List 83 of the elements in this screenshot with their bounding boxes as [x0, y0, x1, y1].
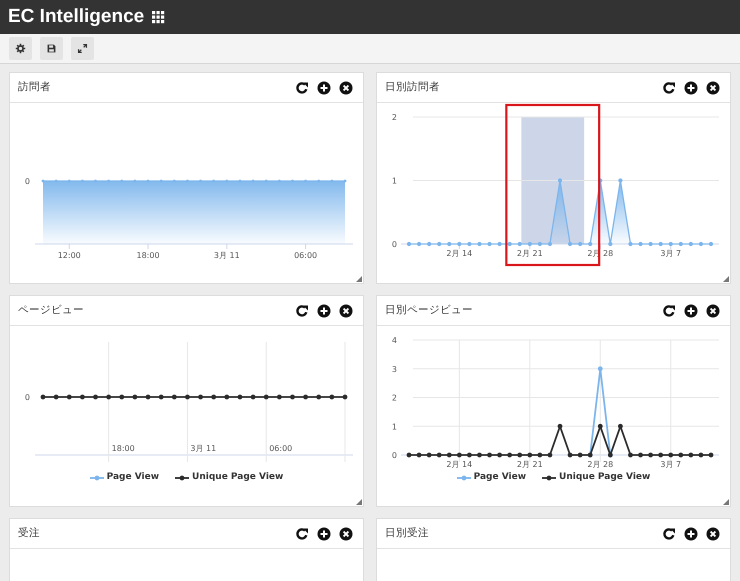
axis-label: 2月 21: [516, 460, 543, 469]
close-icon: [706, 80, 720, 94]
legend-item[interactable]: Page View: [456, 471, 526, 484]
apps-grid-icon[interactable]: [152, 10, 166, 24]
save-button[interactable]: [40, 37, 63, 60]
axis-label: 0: [392, 451, 397, 460]
close-button[interactable]: [706, 304, 720, 318]
axis-label: 06:00: [269, 444, 292, 453]
close-button[interactable]: [339, 526, 353, 540]
app-title: EC Intelligence: [8, 4, 144, 29]
panel-title: 受注: [18, 526, 40, 541]
panel-title: 日別訪問者: [385, 80, 440, 95]
add-button[interactable]: [684, 304, 698, 318]
axis-label: 4: [392, 336, 397, 345]
refresh-button[interactable]: [662, 526, 676, 540]
axis-label: 3月 11: [214, 251, 240, 260]
add-button[interactable]: [684, 526, 698, 540]
refresh-button[interactable]: [662, 304, 676, 318]
close-button[interactable]: [339, 80, 353, 94]
plus-icon: [317, 526, 331, 540]
axis-label: 3月 7: [660, 460, 682, 469]
legend-item[interactable]: Page View: [90, 471, 160, 484]
panel-title: 日別ページビュー: [385, 302, 473, 318]
close-button[interactable]: [706, 80, 720, 94]
axis-label: 2月 14: [446, 460, 472, 469]
axis-label: 12:00: [58, 251, 81, 260]
plus-icon: [317, 304, 331, 318]
panel-title: ページビュー: [18, 302, 84, 318]
refresh-icon: [662, 304, 676, 318]
close-icon: [339, 80, 353, 94]
resize-handle-icon[interactable]: [723, 276, 729, 282]
refresh-button[interactable]: [295, 80, 309, 94]
resize-handle-icon[interactable]: [356, 499, 362, 505]
add-button[interactable]: [317, 526, 331, 540]
axis-label: 3月 11: [190, 444, 216, 453]
axis-label: 2月 21: [516, 249, 543, 258]
axis-label: 2月 14: [446, 249, 472, 258]
plus-icon: [684, 526, 698, 540]
axis-label: 2: [392, 394, 397, 402]
plus-icon: [684, 80, 698, 94]
panel-title: 日別受注: [385, 526, 429, 541]
axis-label: 06:00: [294, 251, 318, 260]
plus-icon: [684, 304, 698, 318]
add-button[interactable]: [317, 80, 331, 94]
axis-label: 1: [392, 176, 397, 186]
legend-symbol-icon: [542, 474, 556, 481]
axis-label: 18:00: [136, 251, 160, 260]
legend-item[interactable]: Unique Page View: [542, 471, 650, 484]
refresh-icon: [295, 304, 309, 318]
axis-label: 2月 28: [587, 460, 614, 469]
axis-label: 1: [392, 422, 397, 432]
close-icon: [339, 304, 353, 318]
refresh-icon: [295, 80, 309, 94]
axis-label: 0: [392, 240, 397, 249]
add-button[interactable]: [317, 304, 331, 318]
refresh-icon: [662, 526, 676, 540]
refresh-button[interactable]: [295, 526, 309, 540]
axis-label: 2: [392, 113, 397, 122]
axis-label: 3: [392, 364, 397, 374]
add-button[interactable]: [684, 80, 698, 94]
legend-item[interactable]: Unique Page View: [175, 471, 284, 484]
close-button[interactable]: [706, 526, 720, 540]
panel-title: 訪問者: [18, 80, 51, 95]
refresh-button[interactable]: [295, 304, 309, 318]
axis-label: 0: [24, 177, 30, 186]
refresh-icon: [295, 526, 309, 540]
axis-label: 3月 7: [660, 249, 682, 258]
gear-icon: [15, 43, 26, 54]
close-icon: [706, 526, 720, 540]
expand-button[interactable]: [71, 37, 94, 60]
close-button[interactable]: [339, 304, 353, 318]
plus-icon: [317, 80, 331, 94]
resize-handle-icon[interactable]: [723, 499, 729, 505]
close-icon: [706, 304, 720, 318]
axis-label: 18:00: [112, 444, 135, 453]
refresh-icon: [662, 80, 676, 94]
resize-handle-icon[interactable]: [356, 276, 362, 282]
expand-icon: [77, 43, 88, 54]
legend-symbol-icon: [456, 474, 471, 481]
close-icon: [339, 526, 353, 540]
axis-label: 0: [24, 393, 30, 402]
settings-button[interactable]: [9, 37, 32, 60]
refresh-button[interactable]: [662, 80, 676, 94]
